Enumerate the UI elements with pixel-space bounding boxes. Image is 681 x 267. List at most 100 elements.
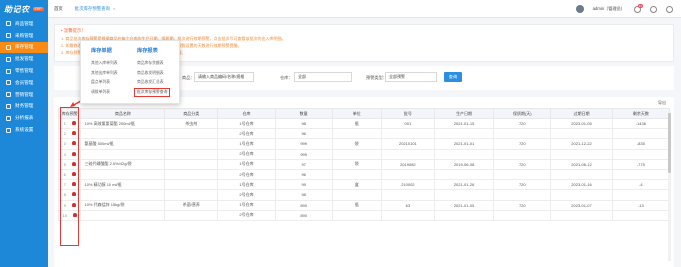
table-row[interactable]: 1 10% 高效氯氰菊酯 200ml/瓶 杀虫剂 1号仓库 98 瓶 001 2021-01-…: [57, 117, 671, 130]
scrollbar-thumb[interactable]: [668, 113, 671, 173]
bell-icon[interactable]: 12: [634, 4, 643, 13]
query-button[interactable]: 查询: [444, 72, 462, 82]
warning-cell: 8: [57, 189, 82, 201]
table-cell: 2021-01-26: [433, 179, 495, 191]
table-row[interactable]: 4 2号仓库 999: [57, 148, 671, 160]
warehouse-select[interactable]: 全部: [294, 72, 352, 82]
warning-bell-icon: [71, 202, 76, 207]
column-header[interactable]: 生产日期: [433, 108, 495, 119]
table-cell: 10% 代森锰锌 15kg/袋: [80, 199, 166, 211]
column-header[interactable]: 批号: [380, 108, 435, 119]
table-cell: -775: [611, 158, 671, 170]
table-cell: [493, 128, 552, 140]
table-cell: 袋: [331, 158, 382, 170]
table-cell: [331, 209, 382, 221]
menu-icon: [6, 92, 11, 98]
help-icon[interactable]: [666, 5, 673, 13]
user-name[interactable]: admin（管理员）: [593, 6, 625, 12]
warning-bell-icon: [71, 141, 76, 146]
table-cell: [611, 148, 671, 160]
dropdown-heading: 库存单据: [91, 48, 112, 54]
export-button[interactable]: 导出: [658, 100, 666, 106]
sidebar-item[interactable]: 会员管理: [0, 77, 48, 89]
sidebar-item[interactable]: 批发管理: [0, 53, 48, 65]
avatar[interactable]: [575, 5, 584, 13]
warning-cell: 10: [57, 209, 82, 221]
column-header[interactable]: 仓库: [217, 108, 276, 119]
table-cell: 720: [493, 117, 552, 130]
logo-text: 助记农: [4, 4, 30, 14]
table-cell: 2021-01-05: [433, 199, 495, 211]
column-header[interactable]: 数量: [274, 108, 333, 119]
table-cell: 1号仓库: [217, 138, 276, 150]
sidebar-item[interactable]: 财务管理: [0, 101, 48, 113]
warehouse-label: 仓库：: [280, 75, 293, 80]
top-bar: 首页 批次库存预警查询 × admin（管理员） 12: [48, 0, 681, 18]
table-cell: [164, 148, 219, 160]
table-cell: [80, 128, 166, 140]
table-row[interactable]: 9 10% 代森锰锌 15kg/袋 杀菌/营养 1号仓库 890 瓶 63 2021-01-0…: [57, 199, 671, 211]
table-cell: 1号仓库: [217, 158, 276, 170]
table-cell: [433, 168, 495, 181]
sidebar-item[interactable]: 营销管理: [0, 89, 48, 101]
dropdown-menu-item[interactable]: 调拨单列表: [91, 88, 118, 98]
column-header[interactable]: 商品名称: [80, 108, 166, 119]
table-cell: 2019082: [380, 158, 435, 170]
table-cell: 720: [493, 179, 552, 191]
column-header[interactable]: 单位: [331, 108, 382, 119]
table-row[interactable]: 3 氨基酸 500ml/瓶 1号仓库 999 袋 20210101 2021-01-01 72…: [57, 138, 671, 150]
warning-cell: 4: [57, 148, 82, 160]
table-cell: [380, 189, 435, 201]
dropdown-menu-item[interactable]: 其他出库单列表: [91, 69, 118, 79]
dropdown-menu-item[interactable]: 其他入库单列表: [91, 59, 118, 69]
dropdown-menu-item[interactable]: 商品收发汇总表: [137, 78, 170, 88]
sidebar-item[interactable]: 系统设置: [0, 124, 48, 136]
table-cell: -1436: [611, 117, 671, 130]
table-panel: 导出 库存预警 商品名称 商品分类 仓库 数量 单位 批号 生产日期 保质期(天) 过期日期 剩余天…: [54, 97, 674, 267]
tab-home[interactable]: 首页: [48, 0, 69, 17]
warning-bell-icon: [71, 121, 76, 126]
table-row[interactable]: 8 2号仓库 98: [57, 189, 671, 201]
dropdown-menu-item[interactable]: 盘点单列表: [91, 78, 118, 88]
sidebar-item[interactable]: 零售管理: [0, 65, 48, 77]
dropdown-menu-item[interactable]: 商品库存余额表: [137, 59, 170, 69]
column-header[interactable]: 商品分类: [164, 108, 219, 119]
scrollbar[interactable]: [668, 111, 671, 261]
sidebar-item[interactable]: 分析报表: [0, 112, 48, 124]
table-row[interactable]: 10 2号仓库 890: [57, 209, 671, 221]
table-cell: 2021-01-15: [433, 117, 495, 130]
table-cell: -4: [611, 179, 671, 191]
table-row[interactable]: 6 2号仓库 96: [57, 168, 671, 181]
close-icon[interactable]: ×: [113, 6, 115, 11]
column-header[interactable]: 剩余天数: [611, 108, 671, 119]
sidebar-item-label: 分析报表: [15, 115, 34, 121]
dropdown-menu-item[interactable]: 批次库存预警查询: [134, 87, 171, 97]
table-cell: 999: [274, 138, 333, 150]
table-cell: 杀菌/营养: [164, 199, 219, 211]
table-cell: 氨基酸 500ml/瓶: [80, 138, 166, 150]
settings-icon[interactable]: [650, 5, 657, 13]
sidebar-item[interactable]: 采购管理: [0, 30, 48, 42]
menu-icon: [6, 21, 11, 27]
table-cell: 2021-01-01: [433, 138, 495, 150]
table-cell: [80, 148, 166, 160]
table-cell: 10% 精功醇 10 ml/瓶: [80, 179, 166, 191]
column-header[interactable]: 库存预警: [57, 108, 82, 119]
tab-batch-warning[interactable]: 批次库存预警查询 ×: [69, 0, 121, 17]
table-cell: [164, 128, 219, 140]
table-row[interactable]: 5 三硫代磷酸酯 2.5%/42g/袋 1号仓库 97 袋 2019082 2019-06-…: [57, 158, 671, 170]
column-header[interactable]: 保质期(天): [493, 108, 552, 119]
table-row[interactable]: 2 2号仓库 96: [57, 128, 671, 140]
warning-bell-icon: [71, 192, 76, 197]
table-cell: 96: [274, 168, 333, 181]
dropdown-menu-item[interactable]: 商品收发明细表: [137, 69, 170, 79]
table-cell: 盒: [331, 179, 382, 191]
table-row[interactable]: 7 10% 精功醇 10 ml/瓶 1号仓库 99 盒 210002 2021-01-26 7…: [57, 179, 671, 191]
search-input[interactable]: 请输入商品编码/名称/规格: [194, 72, 254, 82]
column-header[interactable]: 过期日期: [550, 108, 613, 119]
sidebar-item[interactable]: 商品管理: [0, 18, 48, 30]
warning-bell-icon: [71, 172, 76, 177]
warning-type-select[interactable]: 全部预警: [385, 72, 437, 82]
table-cell: [493, 209, 552, 221]
sidebar-item[interactable]: 库存管理: [0, 41, 48, 54]
